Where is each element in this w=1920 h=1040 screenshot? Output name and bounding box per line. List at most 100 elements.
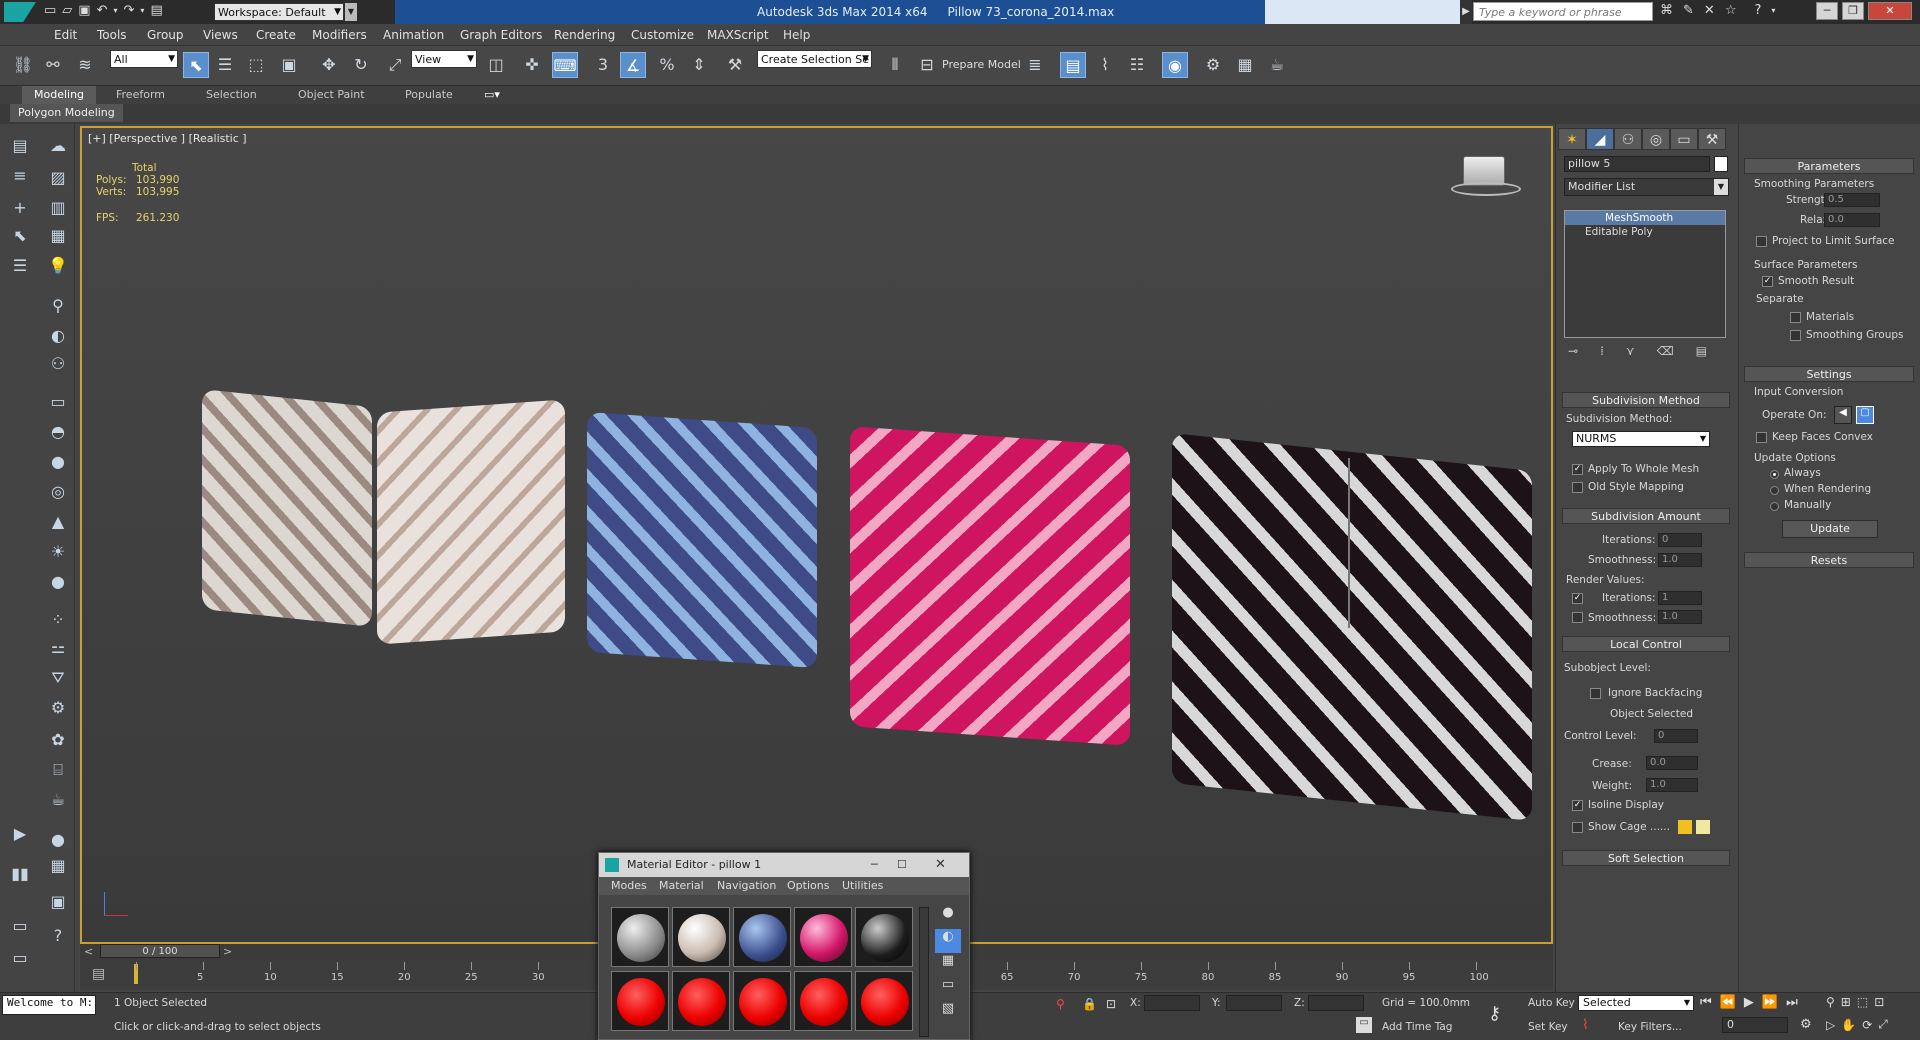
video-color-check-icon[interactable]: ▧ xyxy=(935,1001,961,1025)
y-coordinate-field[interactable] xyxy=(1226,995,1282,1011)
redo-icon[interactable]: ↷ xyxy=(124,3,135,18)
remove-modifier-icon[interactable]: ⌫ xyxy=(1657,344,1674,358)
key-icon[interactable]: ⚷ xyxy=(1488,1003,1501,1024)
pillow-5[interactable] xyxy=(1172,433,1532,821)
rollout-resets[interactable]: Resets xyxy=(1744,552,1914,568)
select-filter-icon[interactable]: ⬉ xyxy=(6,224,34,248)
isolate-icon[interactable]: ⚲ xyxy=(1056,997,1065,1011)
key-tangent-icon[interactable]: ⌇ xyxy=(1582,1017,1589,1033)
select-and-link-icon[interactable]: ⛓ xyxy=(10,52,36,78)
apply-whole-mesh-checkbox[interactable]: ✓ xyxy=(1572,464,1583,475)
menu-graph-editors[interactable]: Graph Editors xyxy=(460,24,542,46)
zoom-extents-icon[interactable]: ⬚ xyxy=(1857,995,1868,1009)
time-prev-icon[interactable]: < xyxy=(84,945,93,958)
light-bulb-icon[interactable]: 💡 xyxy=(44,254,72,278)
material-editor-window[interactable]: Material Editor - pillow 1 ─ ☐ ✕ Modes M… xyxy=(598,852,970,1040)
menu-views[interactable]: Views xyxy=(203,24,238,46)
backlight-icon[interactable]: ◐ xyxy=(935,929,961,953)
time-tag-icon[interactable]: ▭ xyxy=(1356,1017,1372,1033)
me-menu-modes[interactable]: Modes xyxy=(611,877,647,895)
material-slot-10[interactable] xyxy=(855,971,913,1031)
cone-icon[interactable]: ▲ xyxy=(44,510,72,534)
motion-tab-icon[interactable]: ◎ xyxy=(1642,128,1670,150)
subdivision-method-dropdown[interactable]: NURMS ▼ xyxy=(1572,431,1710,447)
schematic-view-icon[interactable]: ☷ xyxy=(1124,52,1150,78)
scale-icon[interactable]: ⤢ xyxy=(382,52,408,78)
pillow-4[interactable] xyxy=(850,426,1130,746)
material-slot-1[interactable] xyxy=(611,907,669,967)
me-menu-material[interactable]: Material xyxy=(659,877,704,895)
pin-stack-icon[interactable]: ⊸ xyxy=(1568,344,1578,358)
utilities-tab-icon[interactable]: ⚒ xyxy=(1698,128,1726,150)
layout-2-icon[interactable]: ▭ xyxy=(6,914,34,938)
me-minimize-button[interactable]: ─ xyxy=(871,853,878,877)
menu-tools[interactable]: Tools xyxy=(97,24,127,46)
stack-item-meshsmooth[interactable]: MeshSmooth xyxy=(1565,211,1725,225)
x-coordinate-field[interactable] xyxy=(1144,995,1200,1011)
control-level-spinner[interactable]: 0 xyxy=(1654,729,1698,743)
modifier-list-dropdown[interactable]: Modifier List ▼ xyxy=(1564,178,1729,196)
operate-on-polygons-button[interactable]: ▢ xyxy=(1856,406,1874,424)
rollout-parameters[interactable]: Parameters xyxy=(1744,158,1914,174)
help-circle-icon[interactable]: ? xyxy=(44,924,72,948)
favorites-star-icon[interactable]: ☆ xyxy=(1725,3,1737,18)
binoculars-icon[interactable]: ⌘ xyxy=(1660,3,1673,18)
rollout-soft-selection[interactable]: Soft Selection xyxy=(1562,850,1730,866)
scene-explorer-icon[interactable]: ▤ xyxy=(6,134,34,158)
cage-color-1-swatch[interactable] xyxy=(1678,820,1692,834)
ribbon-options-icon[interactable]: ▭▾ xyxy=(474,86,510,104)
time-config-icon[interactable]: ⚙ xyxy=(1800,1017,1812,1032)
tab-modeling[interactable]: Modeling xyxy=(22,86,97,104)
always-radio[interactable] xyxy=(1770,470,1779,479)
pivot-center-icon[interactable]: ◫ xyxy=(483,52,509,78)
smoothing-groups-checkbox[interactable] xyxy=(1790,330,1801,341)
undo-icon[interactable]: ↶ xyxy=(97,3,108,18)
lock-selection-icon[interactable]: 🔒 xyxy=(1082,997,1097,1011)
teapot-icon[interactable]: ☕ xyxy=(44,788,72,812)
show-end-result-icon[interactable]: ⁞ xyxy=(1600,344,1604,358)
expand-arrow-icon[interactable]: ▶ xyxy=(6,822,34,846)
rendered-frame-window-icon[interactable]: ▦ xyxy=(1232,52,1258,78)
strength-spinner[interactable]: 0.5 xyxy=(1824,193,1880,207)
fov-icon[interactable]: ▷ xyxy=(1826,1018,1835,1032)
maxscript-listener[interactable]: Welcome to M: xyxy=(2,995,96,1015)
menu-group[interactable]: Group xyxy=(147,24,184,46)
update-button[interactable]: Update xyxy=(1782,520,1878,538)
material-slot-8[interactable] xyxy=(733,971,791,1031)
smooth-result-checkbox[interactable]: ✓ xyxy=(1762,276,1773,287)
slot-scrollbar[interactable] xyxy=(919,907,929,1037)
menu-animation[interactable]: Animation xyxy=(383,24,444,46)
render-iterations-spinner[interactable]: 1 xyxy=(1658,591,1702,605)
old-style-mapping-checkbox[interactable] xyxy=(1572,482,1583,493)
material-editor-icon[interactable]: ◉ xyxy=(1162,52,1188,78)
object-color-swatch[interactable] xyxy=(1714,156,1728,172)
time-next-icon[interactable]: > xyxy=(223,945,232,958)
rollout-local-control[interactable]: Local Control xyxy=(1562,636,1730,652)
material-slot-3[interactable] xyxy=(733,907,791,967)
particles-icon[interactable]: ⁘ xyxy=(44,608,72,632)
sound-icon[interactable]: ◐ xyxy=(44,324,72,348)
camera-icon[interactable]: ⚲ xyxy=(44,294,72,318)
next-frame-icon[interactable]: ⏩ xyxy=(1762,995,1778,1010)
tab-populate[interactable]: Populate xyxy=(395,86,463,104)
transform-gizmo[interactable] xyxy=(1348,458,1350,628)
gear-icon[interactable]: ⚙ xyxy=(44,696,72,720)
pillow-1[interactable] xyxy=(202,389,372,627)
render-production-icon[interactable]: ☕ xyxy=(1264,52,1290,78)
cage-color-2-swatch[interactable] xyxy=(1696,820,1710,834)
menu-rendering[interactable]: Rendering xyxy=(554,24,615,46)
minimize-button[interactable]: ─ xyxy=(1816,2,1838,20)
menu-create[interactable]: Create xyxy=(256,24,296,46)
angle-snap-icon[interactable]: ∡ xyxy=(620,52,646,78)
show-cage-checkbox[interactable] xyxy=(1572,822,1583,833)
shading-sphere-icon[interactable]: ● xyxy=(44,828,72,852)
torus-icon[interactable]: ◎ xyxy=(44,480,72,504)
relative-transform-icon[interactable]: ⊡ xyxy=(1106,997,1116,1011)
relax-spinner[interactable]: 0.0 xyxy=(1824,213,1880,227)
zoom-icon[interactable]: ⚲ xyxy=(1826,995,1835,1009)
time-slider-thumb[interactable]: 0 / 100 xyxy=(100,944,220,958)
redo-dropdown-icon[interactable]: ▾ xyxy=(140,6,144,15)
layout-3-icon[interactable]: ▭ xyxy=(6,946,34,970)
me-menu-options[interactable]: Options xyxy=(787,877,829,895)
bones-icon[interactable]: ⚍ xyxy=(44,636,72,660)
